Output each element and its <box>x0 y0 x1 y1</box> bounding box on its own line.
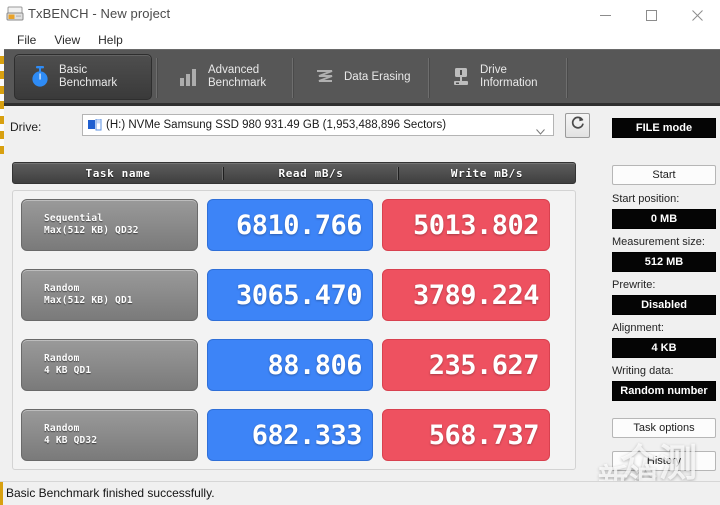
table-row[interactable]: Random 4 KB QD1 88.806 235.627 <box>21 337 569 393</box>
chevron-down-icon[interactable] <box>536 122 545 135</box>
task-options-button[interactable]: Task options <box>612 418 716 438</box>
tab-basic-benchmark[interactable]: Basic Benchmark <box>14 54 152 100</box>
results-table-body: Sequential Max(512 KB) QD32 6810.766 501… <box>12 190 576 470</box>
table-row[interactable]: Random 4 KB QD32 682.333 568.737 <box>21 407 569 463</box>
window-title: TxBENCH - New project <box>28 6 171 21</box>
tab-separator-2 <box>292 58 294 98</box>
erase-icon <box>310 66 340 88</box>
status-bar: Basic Benchmark finished successfully. <box>0 481 720 505</box>
write-value-cell: 5013.802 <box>382 199 550 251</box>
measurement-size-value[interactable]: 512 MB <box>612 252 716 272</box>
start-position-label: Start position: <box>612 193 680 205</box>
task-name-line1: Sequential <box>44 213 104 224</box>
task-name-cell: Sequential Max(512 KB) QD32 <box>21 199 198 251</box>
task-name-line1: Random <box>44 353 80 364</box>
stopwatch-icon <box>25 65 55 89</box>
read-value-cell: 3065.470 <box>207 269 373 321</box>
start-button[interactable]: Start <box>612 165 716 185</box>
status-accent-rail <box>0 482 3 505</box>
refresh-icon <box>570 115 586 136</box>
task-name-cell: Random 4 KB QD32 <box>21 409 198 461</box>
tab-strip: Basic Benchmark Advanced Benchmark Data … <box>4 49 720 105</box>
task-name-line1: Random <box>44 423 80 434</box>
close-button[interactable] <box>674 0 720 30</box>
write-value-cell: 3789.224 <box>382 269 550 321</box>
column-header-read: Read mB/s <box>223 166 398 180</box>
tab-advanced-benchmark-label: Advanced Benchmark <box>208 64 267 89</box>
title-bar: TxBENCH - New project <box>0 0 720 31</box>
file-mode-button[interactable]: FILE mode <box>612 118 716 138</box>
task-name-cell: Random 4 KB QD1 <box>21 339 198 391</box>
tab-separator-4 <box>566 58 568 98</box>
drive-icon <box>6 6 24 23</box>
task-name-line2: Max(512 KB) QD32 <box>44 225 139 236</box>
drive-select[interactable]: (H:) NVMe Samsung SSD 980 931.49 GB (1,9… <box>82 114 554 136</box>
writing-data-value[interactable]: Random number <box>612 381 716 401</box>
status-text: Basic Benchmark finished successfully. <box>6 486 215 500</box>
tab-separator-3 <box>428 58 430 98</box>
drive-label: Drive: <box>10 120 42 134</box>
menu-item-file[interactable]: File <box>8 32 45 48</box>
alignment-value[interactable]: 4 KB <box>612 338 716 358</box>
task-name-line2: 4 KB QD32 <box>44 435 98 446</box>
column-header-task-name: Task name <box>85 166 151 180</box>
task-name-line2: 4 KB QD1 <box>44 365 92 376</box>
window-controls <box>582 0 720 30</box>
tab-drive-information[interactable]: Drive Information <box>436 54 566 100</box>
history-button[interactable]: History <box>612 451 716 471</box>
table-row[interactable]: Sequential Max(512 KB) QD32 6810.766 501… <box>21 197 569 253</box>
tab-separator-1 <box>156 58 158 98</box>
column-header-write: Write mB/s <box>398 166 575 180</box>
tab-advanced-benchmark[interactable]: Advanced Benchmark <box>164 54 294 100</box>
read-value-cell: 682.333 <box>207 409 373 461</box>
drive-info-icon <box>446 66 476 88</box>
drive-select-value: (H:) NVMe Samsung SSD 980 931.49 GB (1,9… <box>106 119 447 131</box>
menu-item-help[interactable]: Help <box>89 32 132 48</box>
tab-basic-benchmark-label: Basic Benchmark <box>59 64 118 89</box>
task-name-cell: Random Max(512 KB) QD1 <box>21 269 198 321</box>
read-value-cell: 88.806 <box>207 339 373 391</box>
writing-data-label: Writing data: <box>612 365 674 377</box>
maximize-button[interactable] <box>628 0 674 30</box>
task-name-line1: Random <box>44 283 80 294</box>
tab-data-erasing[interactable]: Data Erasing <box>300 54 428 100</box>
hard-disk-icon <box>88 119 102 131</box>
results-table-header: Task name Read mB/s Write mB/s <box>12 162 576 184</box>
write-value-cell: 235.627 <box>382 339 550 391</box>
prewrite-label: Prewrite: <box>612 279 656 291</box>
tab-data-erasing-label: Data Erasing <box>344 70 411 83</box>
measurement-size-label: Measurement size: <box>612 236 705 248</box>
prewrite-value[interactable]: Disabled <box>612 295 716 315</box>
table-row[interactable]: Random Max(512 KB) QD1 3065.470 3789.224 <box>21 267 569 323</box>
start-position-value[interactable]: 0 MB <box>612 209 716 229</box>
alignment-label: Alignment: <box>612 322 664 334</box>
txbench-window: TxBENCH - New project File View Help Bas… <box>0 0 720 505</box>
minimize-button[interactable] <box>582 0 628 30</box>
bar-chart-icon <box>174 66 204 88</box>
task-name-line2: Max(512 KB) QD1 <box>44 295 133 306</box>
tab-drive-information-label: Drive Information <box>480 64 538 89</box>
menu-item-view[interactable]: View <box>45 32 89 48</box>
read-value-cell: 6810.766 <box>207 199 373 251</box>
refresh-drives-button[interactable] <box>565 113 590 138</box>
menu-bar: File View Help <box>0 30 720 49</box>
options-sidebar: FILE mode Start Start position: 0 MB Mea… <box>604 106 716 478</box>
write-value-cell: 568.737 <box>382 409 550 461</box>
